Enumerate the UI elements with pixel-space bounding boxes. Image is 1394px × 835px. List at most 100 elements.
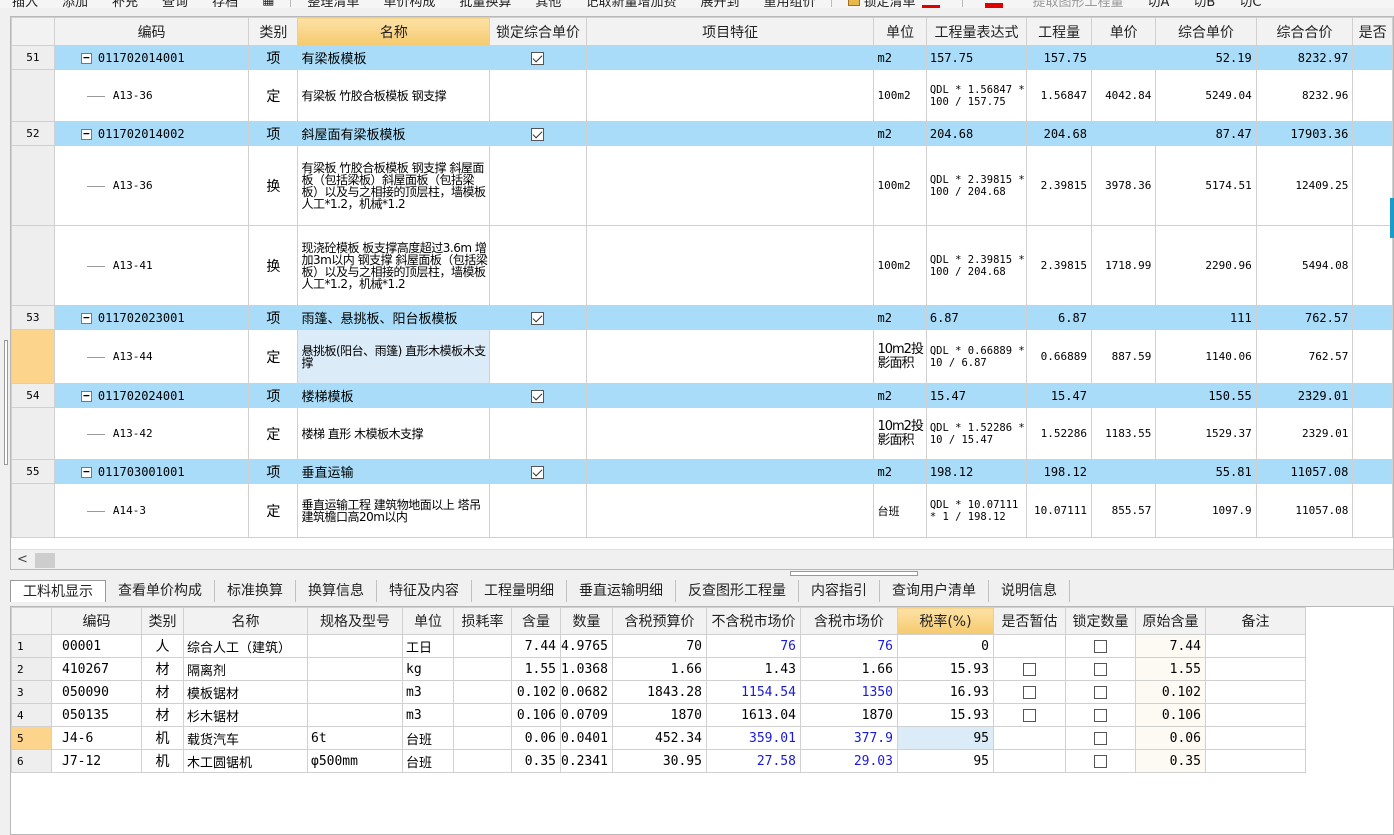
note-cell[interactable] (1204, 634, 1306, 658)
header-original-content[interactable]: 原始含量 (1134, 607, 1206, 635)
lock-unit-price-cell[interactable] (489, 305, 587, 330)
category-cell[interactable]: 项 (248, 383, 299, 408)
code-cell[interactable]: A13-41 (53, 225, 250, 306)
quantity-value[interactable]: 0.2341 (560, 749, 613, 773)
resource-unit[interactable]: kg (402, 657, 454, 681)
grid-icon[interactable]: ▦ (250, 0, 286, 8)
content-value[interactable]: 0.102 (511, 680, 561, 704)
whether-cell[interactable] (1352, 329, 1393, 384)
quota-sub-row[interactable]: A14-3 定垂直运输工程 建筑物地面以上 塔吊 建筑檐口高20m以内 台班 QDL … (11, 483, 1393, 538)
market-price-ex-tax[interactable]: 1613.04 (705, 703, 801, 727)
price-cell[interactable]: 855.57 (1090, 483, 1157, 538)
collapse-icon[interactable]: − (80, 466, 92, 478)
bill-item-row[interactable]: 51−011702014001 项有梁板模板 m2 157.75 157.75 52.19… (11, 45, 1393, 70)
resource-name[interactable]: 综合人工（建筑） (183, 634, 308, 658)
composite-total-cell[interactable]: 8232.96 (1255, 69, 1354, 122)
feature-cell[interactable] (585, 69, 875, 122)
resource-row[interactable]: 6 J7-12 机木工圆锯机 φ500mm 台班 0.35 0.2341 30.95 27.58… (11, 749, 1306, 773)
header-qty-expression[interactable]: 工程量表达式 (925, 17, 1028, 46)
toolbar-expand-to[interactable]: 展开到 (688, 0, 751, 8)
composite-unit-price-cell[interactable]: 111 (1155, 305, 1257, 330)
resource-unit[interactable]: 工日 (402, 634, 454, 658)
lock-qty-checkbox[interactable] (1093, 685, 1107, 699)
qty-expression-cell[interactable]: 6.87 (925, 305, 1028, 330)
lock-unit-price-cell[interactable] (489, 459, 587, 484)
budget-price[interactable]: 70 (611, 634, 707, 658)
composite-total-cell[interactable]: 762.57 (1255, 305, 1354, 330)
header-price[interactable]: 单价 (1090, 17, 1157, 46)
unit-cell[interactable]: m2 (873, 121, 927, 146)
name-cell[interactable]: 现浇砼模板 板支撑高度超过3.6m 增加3m以内 钢支撑 斜屋面板（包括梁板）以… (297, 225, 491, 306)
category-cell[interactable]: 定 (248, 329, 299, 384)
composite-unit-price-cell[interactable]: 1140.06 (1155, 329, 1257, 384)
feature-cell[interactable] (585, 145, 875, 226)
toolbar-switch-c[interactable]: 切C (1227, 0, 1273, 8)
composite-unit-price-cell[interactable]: 87.47 (1155, 121, 1257, 146)
header-lock-qty[interactable]: 锁定数量 (1064, 607, 1136, 635)
header-market-price-in-tax[interactable]: 含税市场价 (799, 607, 898, 635)
price-cell[interactable]: 3978.36 (1090, 145, 1157, 226)
code-cell[interactable]: −011702023001 (53, 305, 250, 330)
toolbar-batch-convert[interactable]: 批量换算 (447, 0, 523, 8)
qty-cell[interactable]: 198.12 (1026, 459, 1092, 484)
header-quantity[interactable]: 数量 (560, 607, 613, 635)
toolbar-extra-fee[interactable]: 记取新量增加费 (573, 0, 688, 8)
qty-cell[interactable]: 0.66889 (1026, 329, 1092, 384)
content-value[interactable]: 0.06 (511, 726, 561, 750)
loss-rate[interactable] (453, 680, 512, 704)
row-number[interactable]: 6 (11, 749, 52, 773)
row-number[interactable] (11, 69, 55, 122)
lock-unit-price-cell[interactable] (489, 69, 587, 122)
lock-unit-price-cell[interactable] (489, 483, 587, 538)
resource-name[interactable]: 载货汽车 (183, 726, 308, 750)
tab-4[interactable]: 特征及内容 (377, 580, 472, 602)
composite-total-cell[interactable]: 2329.01 (1255, 383, 1354, 408)
budget-price[interactable]: 1870 (611, 703, 707, 727)
category-cell[interactable]: 换 (248, 225, 299, 306)
whether-cell[interactable] (1352, 383, 1393, 408)
name-cell[interactable]: 楼梯模板 (297, 383, 491, 408)
composite-unit-price-cell[interactable]: 55.81 (1155, 459, 1257, 484)
name-cell[interactable]: 垂直运输 (297, 459, 491, 484)
row-number[interactable]: 3 (11, 680, 52, 704)
resource-category[interactable]: 机 (141, 749, 184, 773)
bill-item-row[interactable]: 55−011703001001 项垂直运输 m2 198.12 198.12 55.81 1… (11, 459, 1393, 484)
scroll-left-icon[interactable]: < (17, 552, 28, 567)
provisional-checkbox[interactable] (1022, 662, 1036, 676)
tab-2[interactable]: 标准换算 (215, 580, 296, 602)
price-cell[interactable]: 887.59 (1090, 329, 1157, 384)
qty-cell[interactable]: 1.56847 (1026, 69, 1092, 122)
toolbar-red-button[interactable] (967, 0, 1021, 8)
header-content[interactable]: 含量 (511, 607, 561, 635)
qty-expression-cell[interactable]: QDL * 0.66889 * 10 / 6.87 (925, 329, 1028, 384)
header-category[interactable]: 类别 (141, 607, 184, 635)
loss-rate[interactable] (453, 726, 512, 750)
tax-rate[interactable]: 0 (896, 634, 994, 658)
price-cell[interactable] (1090, 459, 1157, 484)
header-tax-rate[interactable]: 税率(%) (896, 607, 994, 635)
resource-spec[interactable] (307, 680, 403, 704)
lock-qty-cell[interactable] (1064, 657, 1136, 681)
tax-rate[interactable]: 15.93 (896, 703, 994, 727)
header-unit[interactable]: 单位 (402, 607, 454, 635)
resource-code[interactable]: 050135 (51, 703, 142, 727)
provisional-checkbox[interactable] (1022, 708, 1036, 722)
code-cell[interactable]: −011702024001 (53, 383, 250, 408)
composite-unit-price-cell[interactable]: 52.19 (1155, 45, 1257, 70)
composite-unit-price-cell[interactable]: 1097.9 (1155, 483, 1257, 538)
resource-name[interactable]: 模板锯材 (183, 680, 308, 704)
resource-spec[interactable] (307, 657, 403, 681)
quantity-value[interactable]: 4.9765 (560, 634, 613, 658)
header-name[interactable]: 名称 (297, 17, 491, 46)
whether-cell[interactable] (1352, 459, 1393, 484)
category-cell[interactable]: 换 (248, 145, 299, 226)
header-provisional[interactable]: 是否暂估 (992, 607, 1066, 635)
note-cell[interactable] (1204, 657, 1306, 681)
unit-cell[interactable]: m2 (873, 45, 927, 70)
provisional-cell[interactable] (992, 680, 1066, 704)
bill-item-row[interactable]: 54−011702024001 项楼梯模板 m2 15.47 15.47 150.55 23… (11, 383, 1393, 408)
qty-expression-cell[interactable]: 204.68 (925, 121, 1028, 146)
name-cell[interactable]: 斜屋面有梁板模板 (297, 121, 491, 146)
lock-unit-price-checkbox[interactable] (531, 127, 545, 141)
loss-rate[interactable] (453, 703, 512, 727)
